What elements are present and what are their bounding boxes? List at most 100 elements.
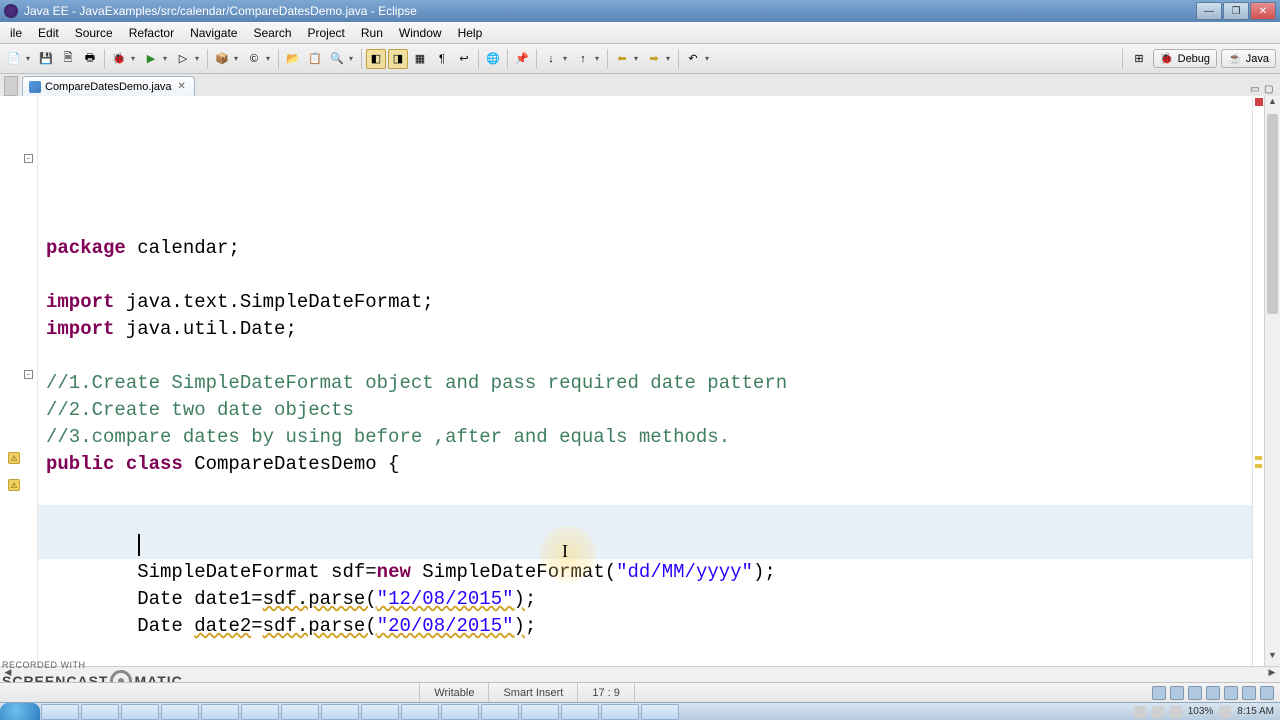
code-line[interactable]: SimpleDateFormat sdf=new SimpleDateForma…: [46, 559, 1244, 586]
forward-button[interactable]: ➡: [644, 49, 664, 69]
code-line[interactable]: [46, 343, 1244, 370]
menu-help[interactable]: Help: [450, 24, 491, 42]
new-class-button[interactable]: ©: [244, 49, 264, 69]
scroll-right-button[interactable]: ▶: [1264, 667, 1280, 682]
close-button[interactable]: ✕: [1250, 2, 1276, 20]
tray-icon[interactable]: [1170, 706, 1182, 718]
toggle-breadcrumb-button[interactable]: ◧: [366, 49, 386, 69]
taskbar-item[interactable]: [401, 704, 439, 720]
scroll-left-button[interactable]: ◀: [0, 667, 16, 682]
taskbar-item[interactable]: [561, 704, 599, 720]
open-type-button[interactable]: 📂: [283, 49, 303, 69]
new-dropdown[interactable]: ▾: [26, 54, 34, 63]
web-browser-button[interactable]: 🌐: [483, 49, 503, 69]
taskbar-item[interactable]: [281, 704, 319, 720]
toggle-block-button[interactable]: ▦: [410, 49, 430, 69]
tray-icon[interactable]: [1152, 706, 1164, 718]
code-line[interactable]: //2.Create two date objects: [46, 397, 1244, 424]
tray-icon[interactable]: [1206, 686, 1220, 700]
editor-tab[interactable]: CompareDatesDemo.java ✕: [22, 76, 195, 96]
taskbar-item[interactable]: [321, 704, 359, 720]
toggle-mark-button[interactable]: ◨: [388, 49, 408, 69]
code-line[interactable]: Date date2=sdf.parse("20/08/2015");: [46, 613, 1244, 640]
code-line[interactable]: public class CompareDatesDemo {: [46, 451, 1244, 478]
taskbar-item[interactable]: [521, 704, 559, 720]
menu-ile[interactable]: ile: [2, 24, 30, 42]
new-button[interactable]: 📄: [4, 49, 24, 69]
scroll-down-button[interactable]: ▼: [1265, 650, 1280, 666]
java-perspective-button[interactable]: ☕Java: [1221, 49, 1276, 68]
taskbar-item[interactable]: [361, 704, 399, 720]
next-annotation-button[interactable]: ↓: [541, 49, 561, 69]
save-all-button[interactable]: 🗎: [58, 49, 78, 69]
warning-marker-icon[interactable]: ⚠: [8, 452, 20, 464]
new-package-button[interactable]: 📦: [212, 49, 232, 69]
taskbar-item[interactable]: [641, 704, 679, 720]
minimize-button[interactable]: —: [1196, 2, 1222, 20]
open-task-button[interactable]: 📋: [305, 49, 325, 69]
tray-icon[interactable]: [1134, 706, 1146, 718]
taskbar-item[interactable]: [241, 704, 279, 720]
code-editor[interactable]: I package calendar; import java.text.Sim…: [38, 96, 1252, 666]
run-last-button[interactable]: ▷: [173, 49, 193, 69]
menu-edit[interactable]: Edit: [30, 24, 67, 42]
code-line[interactable]: Date date1=sdf.parse("12/08/2015");: [46, 586, 1244, 613]
warning-marker-icon[interactable]: ⚠: [8, 479, 20, 491]
code-line[interactable]: package calendar;: [46, 235, 1244, 262]
fold-toggle[interactable]: –: [24, 154, 33, 163]
tray-icon[interactable]: [1188, 686, 1202, 700]
tray-icon[interactable]: [1242, 686, 1256, 700]
debug-button[interactable]: 🐞: [109, 49, 129, 69]
close-tab-button[interactable]: ✕: [176, 81, 188, 93]
menu-navigate[interactable]: Navigate: [182, 24, 245, 42]
pin-button[interactable]: 📌: [512, 49, 532, 69]
taskbar-item[interactable]: [441, 704, 479, 720]
code-line[interactable]: [46, 262, 1244, 289]
clock[interactable]: 8:15 AM: [1237, 706, 1274, 717]
code-line[interactable]: [46, 640, 1244, 666]
run-button[interactable]: ▶: [141, 49, 161, 69]
taskbar-item[interactable]: [81, 704, 119, 720]
back-button[interactable]: ⬅: [612, 49, 632, 69]
menu-window[interactable]: Window: [391, 24, 450, 42]
vertical-scrollbar[interactable]: ▲ ▼: [1264, 96, 1280, 666]
scrollbar-track[interactable]: [16, 667, 1264, 682]
tray-icon[interactable]: [1152, 686, 1166, 700]
taskbar-item[interactable]: [201, 704, 239, 720]
search-button[interactable]: 🔍: [327, 49, 347, 69]
taskbar-item[interactable]: [481, 704, 519, 720]
toggle-word-wrap-button[interactable]: ↩: [454, 49, 474, 69]
menu-search[interactable]: Search: [245, 24, 299, 42]
save-button[interactable]: 💾: [36, 49, 56, 69]
horizontal-scrollbar[interactable]: ◀ ▶: [0, 666, 1280, 682]
code-line[interactable]: import java.text.SimpleDateFormat;: [46, 289, 1244, 316]
prev-annotation-button[interactable]: ↑: [573, 49, 593, 69]
menu-source[interactable]: Source: [67, 24, 121, 42]
menu-project[interactable]: Project: [300, 24, 353, 42]
code-line[interactable]: //1.Create SimpleDateFormat object and p…: [46, 370, 1244, 397]
maximize-button[interactable]: ❐: [1223, 2, 1249, 20]
scrollbar-thumb[interactable]: [1267, 114, 1278, 314]
view-handle[interactable]: [4, 76, 18, 96]
print-button[interactable]: 🖶: [80, 49, 100, 69]
last-edit-button[interactable]: ↶: [683, 49, 703, 69]
minimize-view-icon[interactable]: ▭: [1250, 84, 1262, 96]
code-line[interactable]: import java.util.Date;: [46, 316, 1244, 343]
taskbar-item[interactable]: [121, 704, 159, 720]
code-line[interactable]: [46, 478, 1244, 505]
tray-icon[interactable]: [1219, 706, 1231, 718]
code-line[interactable]: //3.compare dates by using before ,after…: [46, 424, 1244, 451]
overview-ruler[interactable]: [1252, 96, 1264, 666]
menu-refactor[interactable]: Refactor: [121, 24, 182, 42]
fold-toggle[interactable]: –: [24, 370, 33, 379]
scroll-up-button[interactable]: ▲: [1265, 96, 1280, 112]
maximize-view-icon[interactable]: ▢: [1264, 84, 1276, 96]
show-whitespace-button[interactable]: ¶: [432, 49, 452, 69]
open-perspective-button[interactable]: ⊞: [1129, 49, 1149, 69]
tray-icon[interactable]: [1170, 686, 1184, 700]
taskbar-item[interactable]: [161, 704, 199, 720]
taskbar-item[interactable]: [601, 704, 639, 720]
tray-icon[interactable]: [1260, 686, 1274, 700]
start-button[interactable]: [0, 703, 40, 720]
debug-perspective-button[interactable]: 🐞Debug: [1153, 49, 1217, 68]
